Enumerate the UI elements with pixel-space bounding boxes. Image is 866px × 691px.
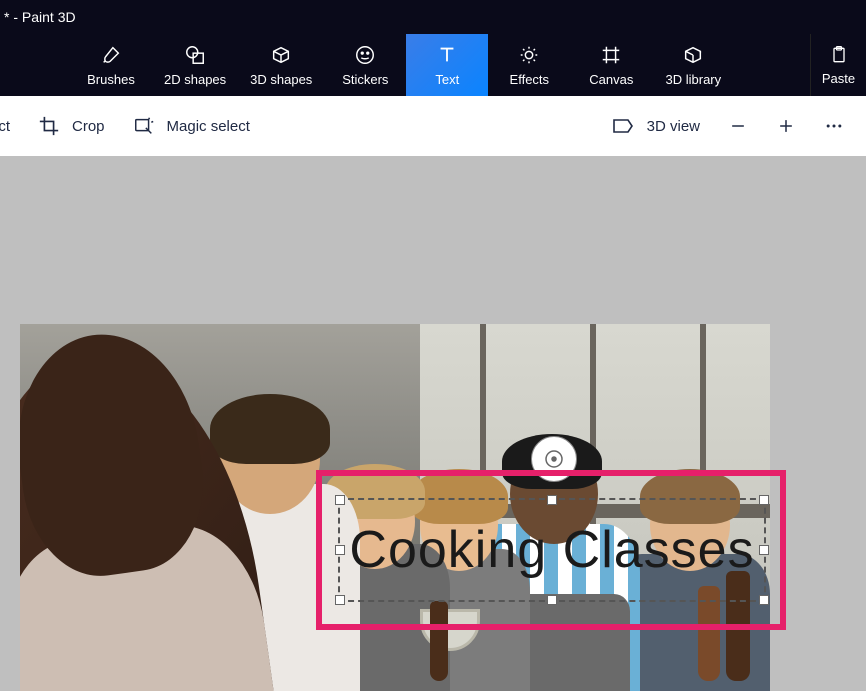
resize-handle-ml[interactable] [335,545,345,555]
brushes-label: Brushes [87,72,135,87]
3d-shapes-button[interactable]: 3D shapes [238,34,324,96]
magic-select-label: Magic select [167,118,250,135]
3d-shapes-icon [270,44,292,66]
select-label: ect [0,118,10,135]
effects-button[interactable]: Effects [488,34,570,96]
resize-handle-tm[interactable] [547,495,557,505]
3d-shapes-label: 3D shapes [250,72,312,87]
3d-view-label: 3D view [647,118,700,135]
canvas-label: Canvas [589,72,633,87]
2d-shapes-label: 2D shapes [164,72,226,87]
paste-button[interactable]: Paste [810,34,866,96]
canvas-button[interactable]: Canvas [570,34,652,96]
more-options-button[interactable] [810,102,858,150]
effects-label: Effects [510,72,550,87]
zoom-out-button[interactable] [714,102,762,150]
resize-handle-mr[interactable] [759,545,769,555]
crop-label: Crop [72,118,105,135]
3d-view-button[interactable]: 3D view [597,110,714,142]
stickers-label: Stickers [342,72,388,87]
stickers-icon [354,44,376,66]
text-selection-box[interactable]: Cooking Classes [338,498,766,602]
stickers-button[interactable]: Stickers [324,34,406,96]
text-button[interactable]: Text [406,34,488,96]
3d-library-button[interactable]: 3D library [652,34,734,96]
rotate-handle[interactable] [531,436,577,482]
2d-shapes-icon [184,44,206,66]
magic-select-button[interactable]: Magic select [119,109,264,143]
effects-icon [518,44,540,66]
rotate-icon [542,447,566,471]
2d-shapes-button[interactable]: 2D shapes [152,34,238,96]
main-toolbar: Brushes 2D shapes 3D shapes Stickers Tex… [0,34,866,96]
3d-view-icon [611,116,635,136]
plus-icon [776,116,796,136]
zoom-in-button[interactable] [762,102,810,150]
canvas-icon [600,44,622,66]
text-overlay[interactable]: Cooking Classes [349,520,754,580]
brushes-button[interactable]: Brushes [70,34,152,96]
ellipsis-icon [824,116,844,136]
brush-icon [100,44,122,66]
title-bar: * - Paint 3D [0,0,866,34]
paste-icon [829,45,849,65]
resize-handle-br[interactable] [759,595,769,605]
paste-label: Paste [822,71,855,86]
3d-library-label: 3D library [666,72,722,87]
resize-handle-tl[interactable] [335,495,345,505]
crop-button[interactable]: Crop [24,109,119,143]
magic-select-icon [133,115,155,137]
text-icon [436,44,458,66]
resize-handle-tr[interactable] [759,495,769,505]
text-label: Text [435,72,459,87]
3d-library-icon [682,44,704,66]
window-title: * - Paint 3D [4,9,76,25]
resize-handle-bm[interactable] [547,595,557,605]
minus-icon [728,116,748,136]
canvas-area[interactable]: Cooking Classes [0,156,866,691]
select-button[interactable]: ect [0,112,24,141]
resize-handle-bl[interactable] [335,595,345,605]
crop-icon [38,115,60,137]
secondary-toolbar: ect Crop Magic select 3D view [0,96,866,156]
